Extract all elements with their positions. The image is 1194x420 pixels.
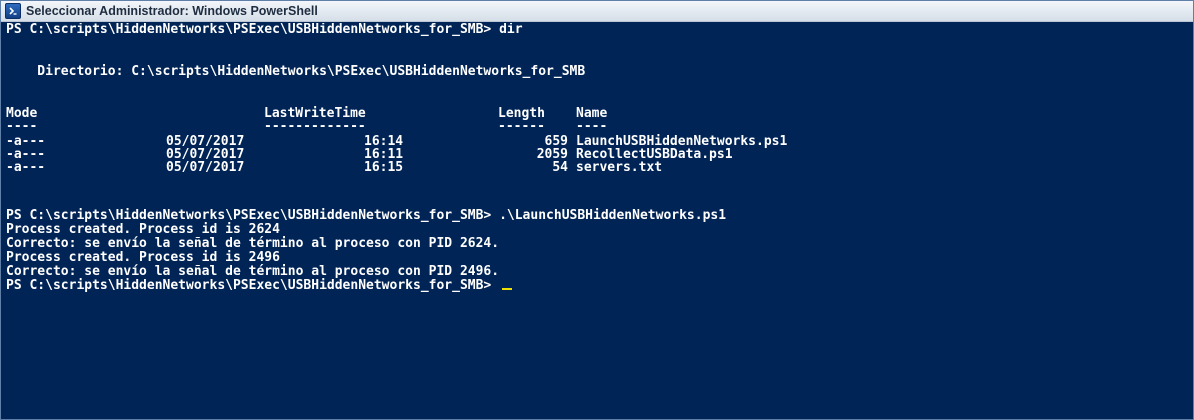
prompt-run-command: PS C:\scripts\HiddenNetworks\PSExec\USBH… [6, 208, 727, 223]
rule-lastwritetime: ------------- [264, 119, 366, 134]
powershell-window: Seleccionar Administrador: Windows Power… [0, 0, 1194, 420]
prompt-dir-command: PS C:\scripts\HiddenNetworks\PSExec\USBH… [6, 23, 523, 37]
file-length: 54 [552, 160, 568, 175]
output-line: Correcto: se envío la señal de término a… [6, 236, 500, 251]
file-name: servers.txt [576, 160, 663, 175]
console-output[interactable]: PS C:\scripts\HiddenNetworks\PSExec\USBH… [4, 23, 1190, 417]
table-header-rule: ---- ------------- ------ ---- [6, 120, 1186, 134]
table-row: -a--- 05/07/2017 16:15 54 servers.txt [6, 161, 1186, 175]
file-time: 16:15 [364, 160, 404, 175]
window-title: Seleccionar Administrador: Windows Power… [26, 4, 318, 18]
text-cursor [502, 288, 513, 290]
powershell-icon [5, 3, 21, 19]
current-prompt-line[interactable]: PS C:\scripts\HiddenNetworks\PSExec\USBH… [6, 278, 513, 293]
output-line: Process created. Process id is 2624 [6, 222, 280, 237]
file-date: 05/07/2017 [166, 160, 245, 175]
current-prompt: PS C:\scripts\HiddenNetworks\PSExec\USBH… [6, 278, 500, 293]
output-line: Process created. Process id is 2496 [6, 250, 280, 265]
rule-length: ------ [498, 119, 545, 134]
directory-heading: Directorio: C:\scripts\HiddenNetworks\PS… [6, 64, 586, 79]
rule-name: ---- [576, 119, 608, 134]
file-mode: -a--- [6, 160, 46, 175]
title-bar[interactable]: Seleccionar Administrador: Windows Power… [1, 1, 1193, 22]
output-line: Correcto: se envío la señal de término a… [6, 264, 500, 279]
rule-mode: ---- [6, 119, 38, 134]
